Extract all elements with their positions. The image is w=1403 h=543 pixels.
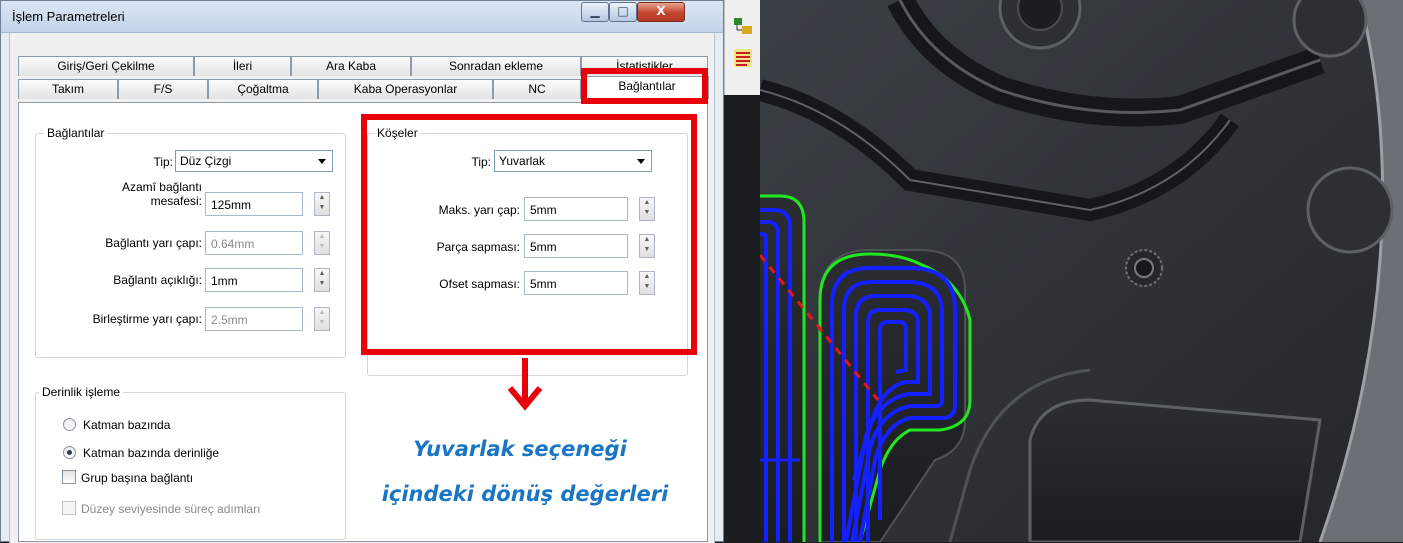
level-steps-label: Düzey seviyesinde süreç adımları bbox=[81, 502, 261, 516]
annotation-line-1: Yuvarlak seçeneği bbox=[413, 437, 627, 461]
chevron-down-icon bbox=[318, 159, 326, 164]
max-link-distance-spinner[interactable]: ▲ ▼ bbox=[314, 192, 330, 216]
down-arrow-icon bbox=[507, 358, 543, 411]
links-type-value: Düz Çizgi bbox=[180, 154, 232, 168]
tab-pattern[interactable]: Çoğaltma bbox=[208, 79, 318, 99]
link-clearance-spinner[interactable]: ▲ ▼ bbox=[314, 268, 330, 292]
links-type-label: Tip: bbox=[153, 155, 173, 169]
side-icon-toolbar bbox=[724, 0, 760, 95]
tab-tool[interactable]: Takım bbox=[18, 79, 118, 99]
max-link-distance-input[interactable]: 125mm bbox=[205, 192, 303, 216]
title-bar[interactable]: İşlem Parametreleri ▁ □ X bbox=[1, 1, 723, 33]
part-tree-icon[interactable] bbox=[733, 16, 753, 36]
link-per-group-label: Grup başına bağlantı bbox=[81, 471, 194, 485]
merge-radius-input[interactable]: 2.5mm bbox=[205, 307, 303, 331]
tab-rough-operations[interactable]: Kaba Operasyonlar bbox=[318, 79, 493, 99]
toolpath-icon[interactable] bbox=[733, 48, 753, 68]
tab-intermediate-rough[interactable]: Ara Kaba bbox=[291, 56, 411, 76]
link-per-group-checkbox[interactable] bbox=[62, 470, 76, 484]
layer-based-label: Katman bazında bbox=[83, 418, 171, 432]
window-title: İşlem Parametreleri bbox=[12, 9, 125, 24]
link-clearance-label: Bağlantı açıklığı: bbox=[113, 273, 202, 287]
annotation-line-2: içindeki dönüş değerleri bbox=[381, 482, 669, 506]
depth-processing-group: Derinlik işleme bbox=[35, 385, 346, 540]
link-clearance-input[interactable]: 1mm bbox=[205, 268, 303, 292]
minimize-button[interactable]: ▁ bbox=[581, 2, 609, 22]
max-link-distance-label: Azamî bağlantı bbox=[121, 180, 202, 194]
level-steps-checkbox[interactable] bbox=[62, 501, 76, 515]
maximize-button[interactable]: □ bbox=[609, 2, 637, 22]
tab-entry-exit[interactable]: Giriş/Geri Çekilme bbox=[18, 56, 194, 76]
links-tab-highlight bbox=[581, 68, 708, 104]
max-link-distance-label-2: mesafesi: bbox=[150, 194, 202, 208]
links-type-select[interactable]: Düz Çizgi bbox=[175, 150, 333, 172]
merge-radius-label: Birleştirme yarı çapı: bbox=[92, 312, 202, 326]
layer-depth-label: Katman bazında derinliğe bbox=[83, 446, 220, 460]
cad-viewport[interactable] bbox=[760, 0, 1403, 542]
layer-based-radio[interactable] bbox=[63, 418, 76, 431]
corners-highlight bbox=[361, 114, 697, 355]
close-button[interactable]: X bbox=[637, 2, 685, 22]
tab-advanced[interactable]: İleri bbox=[194, 56, 291, 76]
link-radius-input[interactable]: 0.64mm bbox=[205, 231, 303, 255]
depth-group-title: Derinlik işleme bbox=[39, 385, 124, 399]
tab-nc[interactable]: NC bbox=[493, 79, 581, 99]
tab-feeds-speeds[interactable]: F/S bbox=[118, 79, 208, 99]
tab-rest-material[interactable]: Sonradan ekleme bbox=[411, 56, 581, 76]
merge-radius-spinner[interactable]: ▲ ▼ bbox=[314, 307, 330, 331]
link-radius-spinner[interactable]: ▲ ▼ bbox=[314, 231, 330, 255]
links-group-title: Bağlantılar bbox=[44, 126, 108, 140]
layer-depth-radio[interactable] bbox=[63, 446, 76, 459]
link-radius-label: Bağlantı yarı çapı: bbox=[105, 236, 202, 250]
